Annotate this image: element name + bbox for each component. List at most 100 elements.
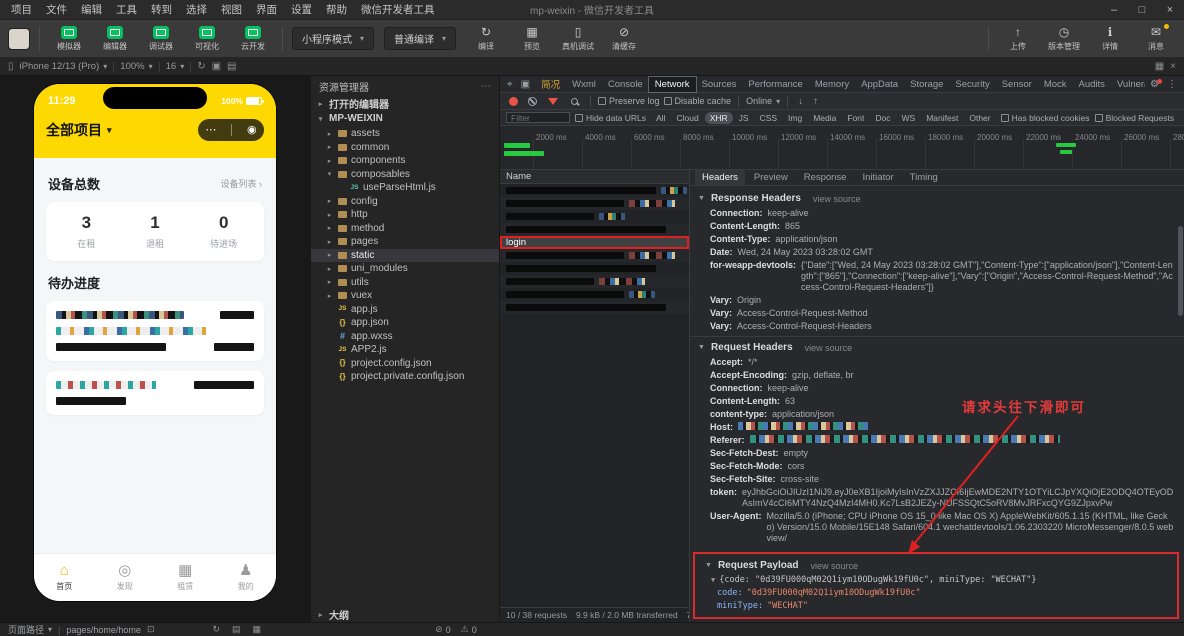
details-scrollbar[interactable] <box>1178 226 1183 316</box>
todo-card[interactable] <box>46 301 264 361</box>
more-button[interactable]: ⋯ <box>205 125 216 136</box>
filter-input[interactable] <box>506 112 570 123</box>
console-warning-count[interactable]: ⚠0 <box>461 624 477 635</box>
tree-item[interactable]: project.config.json <box>311 357 499 371</box>
hide-data-urls-checkbox[interactable]: Hide data URLs <box>575 113 646 123</box>
type-filter-pill[interactable]: Manifest <box>921 112 963 124</box>
menu-item[interactable]: 微信开发者工具 <box>354 2 442 17</box>
triangle-down-icon[interactable]: ▼ <box>705 562 712 569</box>
type-filter-pill[interactable]: Font <box>842 112 869 124</box>
compile-action-button[interactable]: ▯ 真机调试 <box>558 22 598 56</box>
compile-action-button[interactable]: ▦ 预览 <box>512 22 552 56</box>
tree-item[interactable]: ▸ http <box>311 208 499 222</box>
devtools-tab[interactable]: Memory <box>809 77 855 92</box>
devtools-tab[interactable]: Audits <box>1073 77 1111 92</box>
panel-toggle-button[interactable]: 云开发 <box>233 22 273 56</box>
fontsize-selector[interactable]: 16▾ <box>166 61 185 72</box>
compile-mode-select[interactable]: 普通编译 ▾ <box>384 27 456 50</box>
project-section[interactable]: ▾ MP-WEIXIN <box>311 111 499 126</box>
view-source-link[interactable]: view source <box>813 194 861 204</box>
zoom-selector[interactable]: 100%▾ <box>120 61 152 72</box>
devtools-tab[interactable]: Security <box>949 77 995 92</box>
request-row[interactable] <box>500 223 689 236</box>
tree-item[interactable]: app.wxss <box>311 330 499 344</box>
tabbar-item[interactable]: ◎ 发现 <box>95 554 156 601</box>
blocked-requests-checkbox[interactable]: Blocked Requests <box>1095 113 1175 123</box>
device-list-link[interactable]: 设备列表 › <box>221 177 263 190</box>
request-row[interactable] <box>500 184 689 197</box>
type-filter-pill[interactable]: JS <box>734 112 754 124</box>
search-icon[interactable] <box>571 98 578 105</box>
minimize-button[interactable]: – <box>1100 4 1128 16</box>
menu-item[interactable]: 视图 <box>214 2 249 17</box>
panel-toggle-button[interactable]: 编辑器 <box>95 22 135 56</box>
open-external-icon[interactable]: ⊡ <box>147 624 155 635</box>
device-stat[interactable]: 3 在租 <box>52 213 121 250</box>
devtools-tab[interactable]: Vulnerability <box>1111 77 1145 92</box>
refresh-icon[interactable]: ↻ <box>212 624 220 635</box>
type-filter-pill[interactable]: XHR <box>705 112 733 124</box>
details-tab[interactable]: Headers <box>695 170 745 185</box>
view-source-link[interactable]: view source <box>805 343 853 353</box>
export-har-icon[interactable]: ↑ <box>810 96 821 107</box>
record-button[interactable] <box>509 97 518 106</box>
menu-item[interactable]: 编辑 <box>74 2 109 17</box>
tree-item[interactable]: ▸ uni_modules <box>311 262 499 276</box>
request-row[interactable] <box>500 197 689 210</box>
details-tab[interactable]: Initiator <box>856 170 901 185</box>
devtools-tab[interactable]: Wxml <box>566 77 602 92</box>
maximize-button[interactable]: □ <box>1128 4 1156 16</box>
layout-icon[interactable]: ▤ <box>232 624 241 635</box>
tabbar-item[interactable]: ▦ 租赁 <box>155 554 216 601</box>
compile-action-button[interactable]: ↻ 编译 <box>466 22 506 56</box>
tree-item[interactable]: ▸ assets <box>311 127 499 141</box>
more-actions-icon[interactable]: ⋯ <box>481 81 491 92</box>
tree-item[interactable]: useParseHtml.js <box>311 181 499 195</box>
tree-item[interactable]: ▸ static <box>311 249 499 263</box>
type-filter-pill[interactable]: Doc <box>870 112 895 124</box>
menu-item[interactable]: 转到 <box>144 2 179 17</box>
compile-action-button[interactable]: ⊘ 清缓存 <box>604 22 644 56</box>
type-filter-pill[interactable]: All <box>651 112 670 124</box>
project-action-button[interactable]: ↑ 上传 <box>998 22 1038 56</box>
console-info-count[interactable]: ⊘0 <box>435 624 451 635</box>
throttling-select[interactable]: Online▾ <box>746 96 780 106</box>
request-row[interactable] <box>500 288 689 301</box>
triangle-down-icon[interactable]: ▼ <box>698 195 705 202</box>
type-filter-pill[interactable]: Img <box>783 112 807 124</box>
type-filter-pill[interactable]: WS <box>897 112 921 124</box>
menu-item[interactable]: 工具 <box>109 2 144 17</box>
menu-item[interactable]: 界面 <box>249 2 284 17</box>
panel-toggle-button[interactable]: 可视化 <box>187 22 227 56</box>
device-stat[interactable]: 1 退租 <box>121 213 190 250</box>
tree-item[interactable]: ▸ method <box>311 222 499 236</box>
triangle-down-icon[interactable]: ▼ <box>698 344 705 351</box>
close-button[interactable]: × <box>1156 4 1184 16</box>
todo-card[interactable] <box>46 371 264 415</box>
close-small-icon[interactable]: × <box>1170 61 1176 72</box>
panel-toggle-button[interactable]: 模拟器 <box>49 22 89 56</box>
type-filter-pill[interactable]: CSS <box>755 112 782 124</box>
details-tab[interactable]: Preview <box>747 170 795 185</box>
device-toolbar-icon[interactable]: ▣ <box>518 79 533 90</box>
request-row[interactable] <box>500 275 689 288</box>
clear-button[interactable] <box>528 97 537 106</box>
tabbar-item[interactable]: ⌂ 首页 <box>34 554 95 601</box>
outline-section[interactable]: ▸ 大纲 <box>311 607 499 622</box>
tree-item[interactable]: ▸ pages <box>311 235 499 249</box>
devtools-tab[interactable]: Mock <box>1038 77 1073 92</box>
tree-item[interactable]: ▸ utils <box>311 276 499 290</box>
exit-button[interactable]: ◉ <box>247 125 257 136</box>
devtools-tab[interactable]: Network <box>649 77 696 92</box>
view-source-link[interactable]: view source <box>811 561 859 571</box>
tree-item[interactable]: APP2.js <box>311 343 499 357</box>
devtools-tab[interactable]: 简况 <box>535 75 566 93</box>
kebab-menu-icon[interactable]: ⋮ <box>1164 79 1180 90</box>
type-filter-pill[interactable]: Cloud <box>671 112 703 124</box>
settings-gear-icon[interactable]: ⚙ <box>1147 79 1162 90</box>
request-row[interactable] <box>500 249 689 262</box>
details-tab[interactable]: Response <box>797 170 854 185</box>
filter-icon[interactable] <box>548 98 558 105</box>
tree-item[interactable]: ▾ composables <box>311 168 499 182</box>
import-har-icon[interactable]: ↓ <box>795 96 806 107</box>
